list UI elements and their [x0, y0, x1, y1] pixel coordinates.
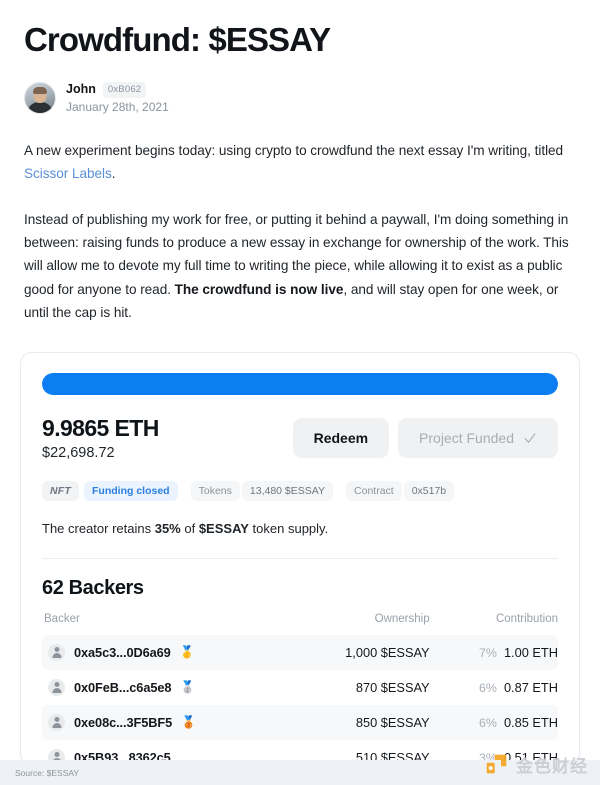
paragraph-2-bold: The crowdfund is now live — [174, 281, 344, 297]
contribution-cell: 6% 0.87 ETH — [430, 670, 558, 705]
creator-note-percent: 35% — [154, 521, 181, 537]
crowdfund-card: 9.9865 ETH $22,698.72 Redeem Project Fun… — [20, 352, 580, 767]
author-address-badge[interactable]: 0xB062 — [102, 81, 147, 98]
redeem-button[interactable]: Redeem — [292, 418, 390, 459]
column-header-backer: Backer — [44, 612, 80, 625]
byline-text: John 0xB062 January 28th, 2021 — [66, 81, 169, 115]
user-avatar-icon — [48, 678, 65, 696]
funding-status-badge[interactable]: Funding closed — [84, 481, 178, 502]
contribution-amount: 1.00 ETH — [503, 644, 558, 660]
tokens-value-badge[interactable]: 13,480 $ESSAY — [241, 481, 334, 502]
paragraph-1-text-after: . — [111, 166, 116, 182]
amount-and-actions-row: 9.9865 ETH $22,698.72 Redeem Project Fun… — [42, 415, 558, 461]
crowdfund-badges: NFT Funding closed Tokens 13,480 $ESSAY … — [42, 481, 558, 502]
byline: John 0xB062 January 28th, 2021 — [24, 81, 576, 115]
medal-icon: 🥇 — [179, 645, 195, 660]
backer-cell: 0xa5c3...0D6a69 🥇 — [42, 634, 293, 670]
avatar — [24, 82, 56, 115]
creator-note-a: The creator retains — [42, 521, 155, 537]
check-icon — [524, 433, 536, 444]
contribution-amount: 0.85 ETH — [503, 714, 558, 730]
medal-icon: 🥉 — [181, 715, 197, 730]
page-root: Crowdfund: $ESSAY John 0xB062 January 28… — [0, 0, 600, 785]
backer-address[interactable]: 0xe08c...3F5BF5 — [74, 715, 172, 730]
ownership-percent: 6% — [479, 680, 497, 695]
scissor-labels-link[interactable]: Scissor Labels — [24, 166, 112, 181]
amount-block: 9.9865 ETH $22,698.72 — [42, 415, 159, 461]
backer-address[interactable]: 0x0FeB...c6a5e8 — [74, 680, 172, 695]
funding-progress-fill — [42, 373, 558, 396]
ownership-cell: 1,000 $ESSAY — [292, 634, 430, 670]
amount-eth: 9.9865 ETH — [42, 415, 159, 442]
ownership-percent: 7% — [479, 645, 497, 660]
backer-identity: 0x0FeB...c6a5e8 🥈 — [42, 678, 292, 696]
creator-retention-note: The creator retains 35% of $ESSAY token … — [42, 519, 558, 539]
funding-progress-bar — [42, 373, 558, 396]
medal-icon: 🥈 — [180, 680, 196, 695]
creator-note-b: of — [180, 521, 199, 537]
watermark: 金色财经 — [484, 752, 588, 777]
backers-heading: 62 Backers — [42, 576, 144, 599]
contract-value-badge[interactable]: 0x517b — [403, 481, 455, 502]
backer-identity: 0xe08c...3F5BF5 🥉 — [42, 713, 292, 731]
creator-note-token: $ESSAY — [198, 521, 249, 537]
page-title: Crowdfund: $ESSAY — [24, 21, 331, 58]
paragraph-1: A new experiment begins today: using cry… — [24, 139, 576, 186]
byline-name-row: John 0xB062 — [66, 81, 169, 98]
ownership-cell: 870 $ESSAY — [355, 679, 430, 695]
jinse-logo-icon — [486, 754, 507, 774]
column-header-contribution: Contribution — [495, 612, 558, 625]
publish-date: January 28th, 2021 — [66, 99, 169, 114]
backer-identity: 0xa5c3...0D6a69 🥇 — [42, 643, 292, 661]
column-header-ownership: Ownership — [374, 612, 430, 625]
backers-header-row: Backer Ownership Contribution — [42, 613, 558, 635]
contribution-cell: 7% 1.00 ETH — [429, 634, 558, 670]
backer-cell: 0x0FeB...c6a5e8 🥈 — [42, 670, 292, 705]
ownership-cell: 850 $ESSAY — [292, 704, 430, 740]
nft-badge[interactable]: NFT — [42, 481, 80, 502]
user-avatar-icon — [48, 643, 65, 661]
avatar-body — [27, 102, 53, 114]
crowdfund-card-body: 9.9865 ETH $22,698.72 Redeem Project Fun… — [21, 353, 579, 766]
author-name: John — [66, 82, 96, 97]
contribution-amount: 0.87 ETH — [503, 679, 558, 695]
paragraph-2: Instead of publishing my work for free, … — [24, 208, 576, 325]
amount-usd: $22,698.72 — [42, 445, 115, 462]
backers-table: Backer Ownership Contribution 0xa5c3...0… — [42, 613, 558, 766]
watermark-text: 金色财经 — [516, 757, 588, 777]
backers-table-body: 0xa5c3...0D6a69 🥇 1,000 $ESSAY 7% 1.00 ETH 0x… — [42, 634, 558, 766]
creator-note-c: token supply. — [248, 521, 329, 537]
table-row[interactable]: 0xa5c3...0D6a69 🥇 1,000 $ESSAY 7% 1.00 ETH — [42, 634, 558, 670]
backer-cell: 0xe08c...3F5BF5 🥉 — [42, 704, 293, 740]
contribution-cell: 6% 0.85 ETH — [429, 704, 558, 740]
action-buttons: Redeem Project Funded — [292, 415, 558, 459]
contract-label-badge: Contract — [346, 481, 402, 502]
section-divider — [42, 557, 558, 559]
user-avatar-icon — [48, 713, 65, 731]
source-label: Source: $ESSAY — [15, 767, 80, 778]
backers-table-head: Backer Ownership Contribution — [42, 613, 558, 635]
table-row[interactable]: 0xe08c...3F5BF5 🥉 850 $ESSAY 6% 0.85 ETH — [42, 704, 558, 740]
backer-address[interactable]: 0xa5c3...0D6a69 — [74, 645, 171, 660]
paragraph-1-text-before: A new experiment begins today: using cry… — [24, 142, 564, 158]
table-row[interactable]: 0x0FeB...c6a5e8 🥈 870 $ESSAY 6% 0.87 ETH — [42, 670, 558, 705]
tokens-label-badge: Tokens — [190, 481, 240, 502]
article-header: Crowdfund: $ESSAY John 0xB062 January 28… — [0, 0, 600, 324]
ownership-percent: 6% — [479, 715, 497, 730]
project-funded-button[interactable]: Project Funded — [398, 418, 558, 459]
project-funded-label: Project Funded — [419, 430, 514, 447]
avatar-hair — [33, 87, 47, 95]
